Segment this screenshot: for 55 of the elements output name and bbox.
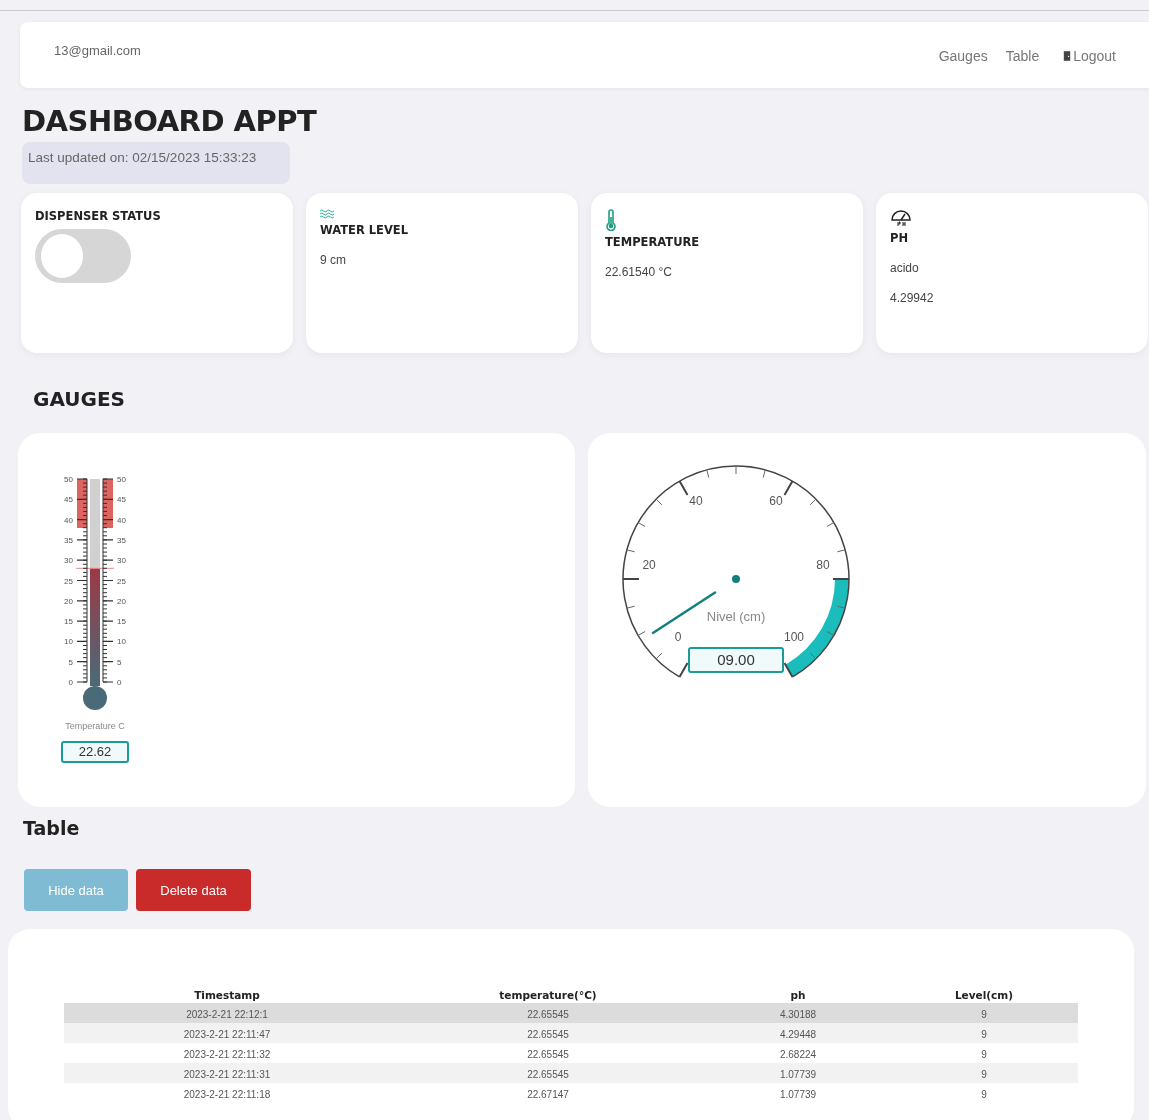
column-header: Level(cm) — [890, 987, 1078, 1003]
table-cell: 4.29448 — [706, 1023, 890, 1043]
table-cell: 9 — [890, 1043, 1078, 1063]
table-cell: 9 — [890, 1023, 1078, 1043]
page-title: DASHBOARD APPT — [22, 104, 318, 138]
column-header: ph — [706, 987, 890, 1003]
table-cell: 1.07739 — [706, 1083, 890, 1103]
table-cell: 22.65545 — [390, 1003, 706, 1023]
table-cell: 9 — [890, 1003, 1078, 1023]
card-value: acido — [890, 261, 920, 275]
delete-button[interactable]: Delete data — [136, 869, 251, 911]
door-icon — [1063, 51, 1072, 61]
table-row[interactable]: 2023-2-21 22:12:1 22.65545 4.30188 9 — [64, 1003, 1078, 1023]
column-header: temperature(°C) — [390, 987, 706, 1003]
table-cell: 2023-2-21 22:11:47 — [64, 1023, 390, 1043]
gauge-value: 22.62 — [61, 741, 129, 763]
ph-meter-icon — [890, 209, 912, 227]
column-header: Timestamp — [64, 987, 390, 1003]
card-value: 22.61540 °C — [605, 265, 673, 279]
table-cell: 2.68224 — [706, 1043, 890, 1063]
card-title: TEMPERATURE — [605, 235, 701, 249]
section-title: Table — [23, 817, 81, 841]
last-updated-badge: Last updated on: 02/15/2023 15:33:23 — [22, 142, 290, 184]
table-cell: 2023-2-21 22:11:31 — [64, 1063, 390, 1083]
table-row[interactable]: 2023-2-21 22:11:32 22.65545 2.68224 9 — [64, 1043, 1078, 1063]
card-value: 9 cm — [320, 253, 347, 267]
table-row[interactable]: 2023-2-21 22:11:47 22.65545 4.29448 9 — [64, 1023, 1078, 1043]
table-cell: 9 — [890, 1083, 1078, 1103]
nav-link[interactable]: Gauges — [938, 48, 988, 64]
nav-link[interactable]: Table — [1005, 48, 1040, 64]
card-title: PH — [890, 231, 910, 245]
card-title: DISPENSER STATUS — [35, 209, 162, 223]
table-cell: 1.07739 — [706, 1063, 890, 1083]
toggle-switch[interactable] — [35, 229, 131, 283]
table-cell: 2023-2-21 22:12:1 — [64, 1003, 390, 1023]
table-cell: 22.65545 — [390, 1063, 706, 1083]
table-cell: 22.65545 — [390, 1043, 706, 1063]
gauge-label: Temperature C — [65, 721, 125, 731]
user-email: 13@gmail.com — [54, 43, 141, 59]
gauge-value: 09.00 — [688, 647, 784, 673]
logout-link[interactable]: Logout — [1063, 48, 1116, 64]
thermometer-icon — [605, 209, 617, 231]
section-title: GAUGES — [33, 387, 126, 413]
waves-icon — [320, 209, 334, 219]
table-cell: 4.30188 — [706, 1003, 890, 1023]
table-cell: 22.65545 — [390, 1023, 706, 1043]
table-cell: 22.67147 — [390, 1083, 706, 1103]
table-cell: 2023-2-21 22:11:18 — [64, 1083, 390, 1103]
table-cell: 2023-2-21 22:11:32 — [64, 1043, 390, 1063]
table-cell: 9 — [890, 1063, 1078, 1083]
table-row[interactable]: 2023-2-21 22:11:31 22.65545 1.07739 9 — [64, 1063, 1078, 1083]
thermometer-gauge-drawing: 50 45 40 35 30 25 20 15 10 5 0 50 45 40 35 30 25 20 15 10 5 0 — [50, 471, 140, 716]
card-title: WATER LEVEL — [320, 223, 409, 237]
table-row[interactable]: 2023-2-21 22:11:18 22.67147 1.07739 9 — [64, 1083, 1078, 1103]
card-value: 4.29942 — [890, 291, 935, 305]
